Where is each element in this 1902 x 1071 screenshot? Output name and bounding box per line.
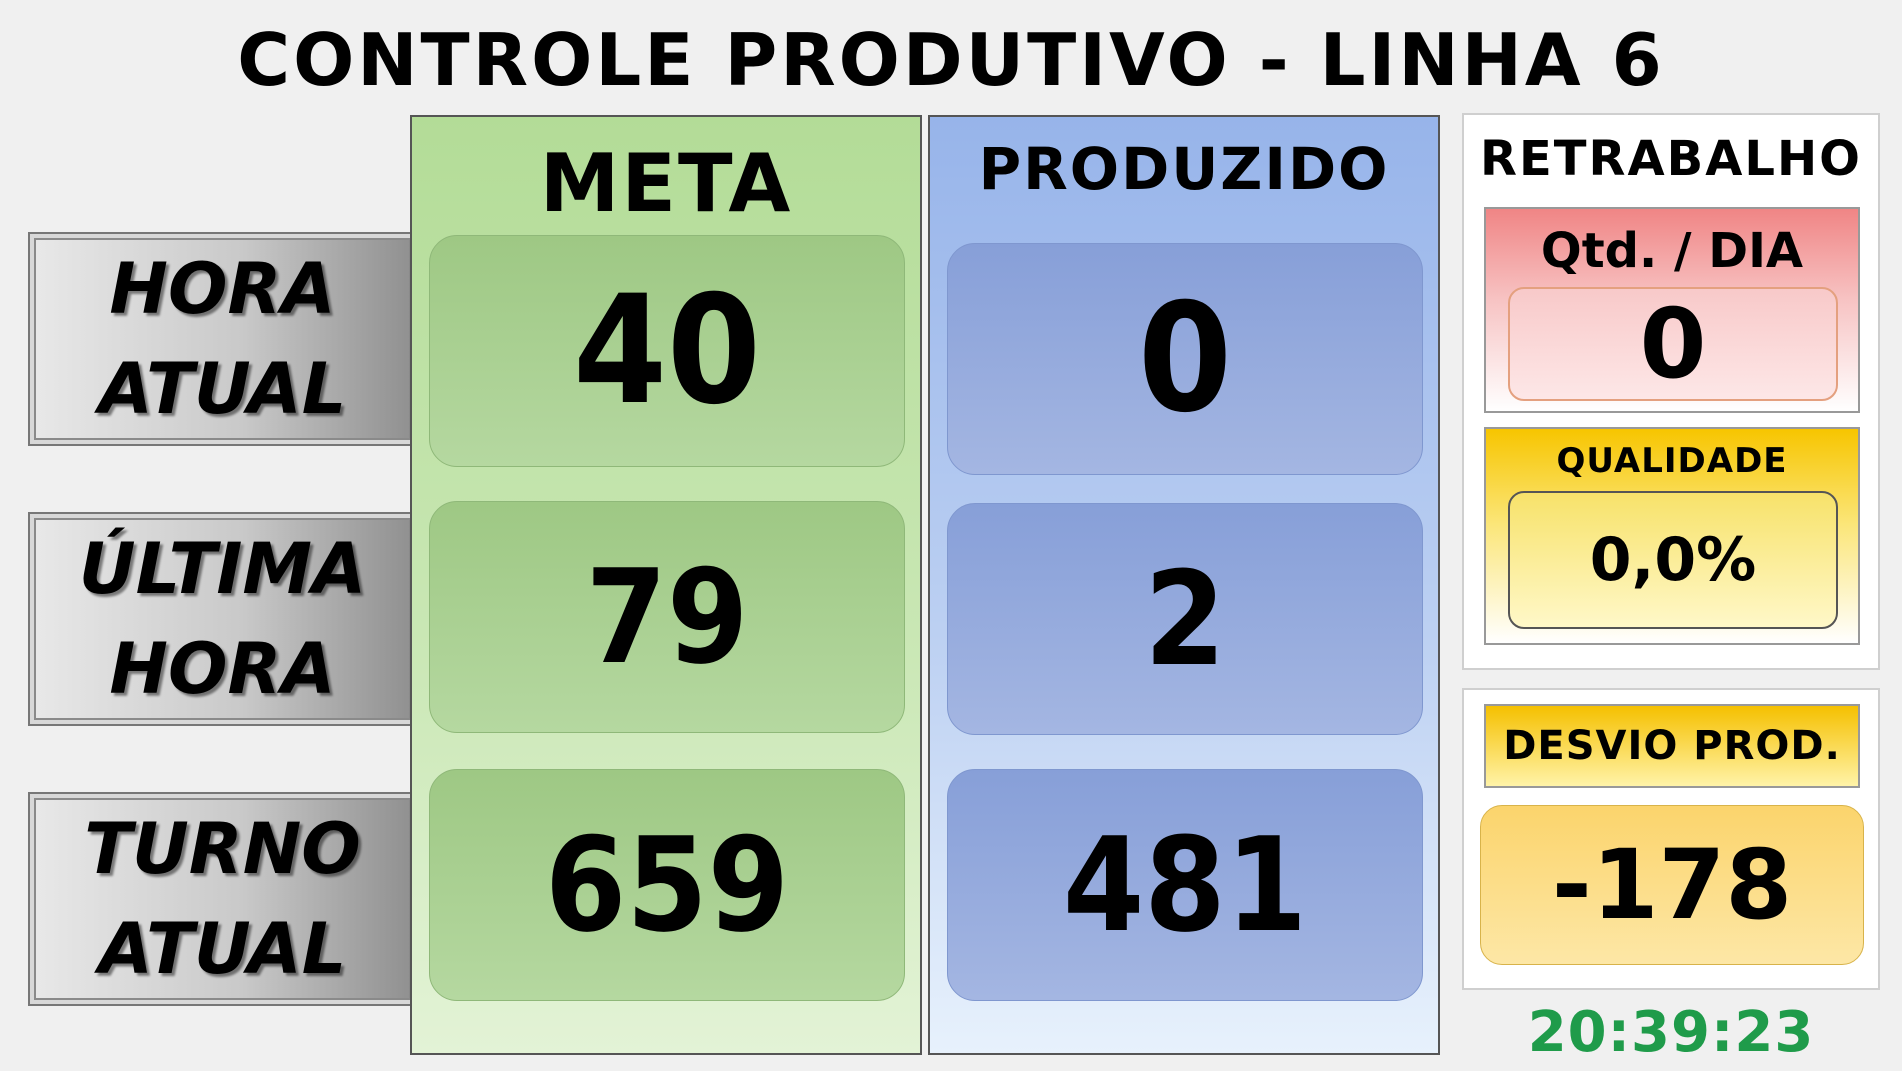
row-label-line1: ÚLTIMA (78, 528, 367, 610)
row-label-hora-atual: HORA ATUAL (28, 232, 417, 446)
produzido-column: PRODUZIDO 0 2 481 (928, 115, 1440, 1055)
meta-ultima-hora-value: 79 (429, 501, 905, 733)
produzido-hora-atual-value: 0 (947, 243, 1423, 475)
meta-turno-atual-value: 659 (429, 769, 905, 1001)
meta-hora-atual-value: 40 (429, 235, 905, 467)
dashboard: CONTROLE PRODUTIVO - LINHA 6 HORA ATUAL … (0, 0, 1902, 1071)
produzido-header: PRODUZIDO (978, 135, 1390, 203)
qualidade-value: 0,0% (1508, 491, 1838, 629)
row-label-line2: ATUAL (98, 348, 347, 430)
row-label-line1: TURNO (84, 808, 361, 890)
meta-header: META (539, 137, 793, 230)
row-label-line2: HORA (109, 628, 336, 710)
produzido-ultima-hora-value: 2 (947, 503, 1423, 735)
produzido-turno-atual-value: 481 (947, 769, 1423, 1001)
qualidade-box: QUALIDADE 0,0% (1484, 427, 1860, 645)
row-label-ultima-hora: ÚLTIMA HORA (28, 512, 417, 726)
row-label-turno-atual: TURNO ATUAL (28, 792, 417, 1006)
retrabalho-qtd-label: Qtd. / DIA (1540, 223, 1804, 279)
desvio-panel: DESVIO PROD. -178 (1462, 688, 1880, 990)
retrabalho-qtd-value: 0 (1508, 287, 1838, 401)
desvio-value: -178 (1480, 805, 1864, 965)
row-label-line2: ATUAL (98, 908, 347, 990)
desvio-label: DESVIO PROD. (1484, 704, 1860, 788)
retrabalho-panel: RETRABALHO Qtd. / DIA 0 QUALIDADE 0,0% (1462, 113, 1880, 670)
qualidade-label: QUALIDADE (1556, 441, 1788, 481)
clock: 20:39:23 (1527, 1000, 1815, 1065)
page-title: CONTROLE PRODUTIVO - LINHA 6 (237, 18, 1665, 102)
retrabalho-qtd-box: Qtd. / DIA 0 (1484, 207, 1860, 413)
retrabalho-title: RETRABALHO (1480, 131, 1862, 187)
meta-column: META 40 79 659 (410, 115, 922, 1055)
row-label-line1: HORA (109, 248, 336, 330)
